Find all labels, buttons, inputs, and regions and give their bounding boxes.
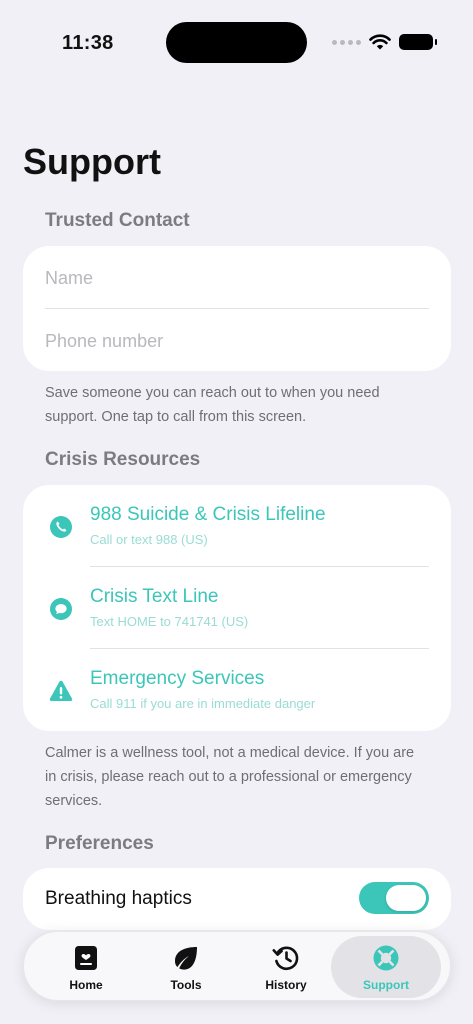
lifebuoy-icon xyxy=(373,945,399,971)
crisis-lifeline-row[interactable]: 988 Suicide & Crisis Lifeline Call or te… xyxy=(23,485,451,567)
emergency-services-title: Emergency Services xyxy=(90,668,265,689)
warning-triangle-icon xyxy=(49,680,73,701)
cellular-signal-icon xyxy=(332,39,361,45)
battery-icon xyxy=(399,34,437,50)
tab-history[interactable]: History xyxy=(231,936,341,998)
leaf-icon xyxy=(175,947,197,970)
crisis-resources-header: Crisis Resources xyxy=(45,449,201,470)
trusted-contact-header: Trusted Contact xyxy=(45,210,190,231)
crisis-lifeline-subtitle: Call or text 988 (US) xyxy=(90,532,208,547)
journal-icon xyxy=(75,946,97,970)
emergency-services-subtitle: Call 911 if you are in immediate danger xyxy=(90,696,316,711)
preferences-header: Preferences xyxy=(45,833,154,854)
breathing-haptics-toggle[interactable] xyxy=(359,882,429,914)
tab-support[interactable]: Support xyxy=(331,936,441,998)
tab-bar: Home Tools History Support xyxy=(23,931,451,1001)
crisis-text-line-row[interactable]: Crisis Text Line Text HOME to 741741 (US… xyxy=(23,567,451,649)
divider xyxy=(45,308,429,309)
wifi-icon xyxy=(369,34,391,50)
crisis-resources-card: 988 Suicide & Crisis Lifeline Call or te… xyxy=(23,485,451,731)
breathing-haptics-label: Breathing haptics xyxy=(45,888,192,909)
crisis-text-line-title: Crisis Text Line xyxy=(90,586,219,607)
history-clock-icon xyxy=(272,946,299,971)
tab-home[interactable]: Home xyxy=(31,936,141,998)
page-title: Support xyxy=(23,141,161,182)
crisis-lifeline-title: 988 Suicide & Crisis Lifeline xyxy=(90,504,326,525)
tab-tools[interactable]: Tools xyxy=(131,936,241,998)
tab-history-label: History xyxy=(265,978,307,992)
trusted-contact-footnote: Save someone you can reach out to when y… xyxy=(45,385,380,425)
tab-support-label: Support xyxy=(363,978,409,992)
phone-icon xyxy=(50,516,72,538)
message-bubble-icon xyxy=(50,598,72,620)
status-time: 11:38 xyxy=(62,32,114,54)
emergency-services-row[interactable]: Emergency Services Call 911 if you are i… xyxy=(23,649,451,731)
crisis-disclaimer: Calmer is a wellness tool, not a medical… xyxy=(45,745,415,809)
crisis-text-line-subtitle: Text HOME to 741741 (US) xyxy=(90,614,249,629)
preferences-card: Breathing haptics xyxy=(23,868,451,930)
dynamic-island xyxy=(166,22,307,63)
tab-home-label: Home xyxy=(69,978,103,992)
status-bar: 11:38 xyxy=(0,0,473,80)
trusted-contact-card xyxy=(23,246,451,371)
tab-tools-label: Tools xyxy=(170,978,202,992)
name-field[interactable] xyxy=(45,258,429,298)
status-icons xyxy=(332,34,437,50)
phone-number-field[interactable] xyxy=(45,321,429,361)
